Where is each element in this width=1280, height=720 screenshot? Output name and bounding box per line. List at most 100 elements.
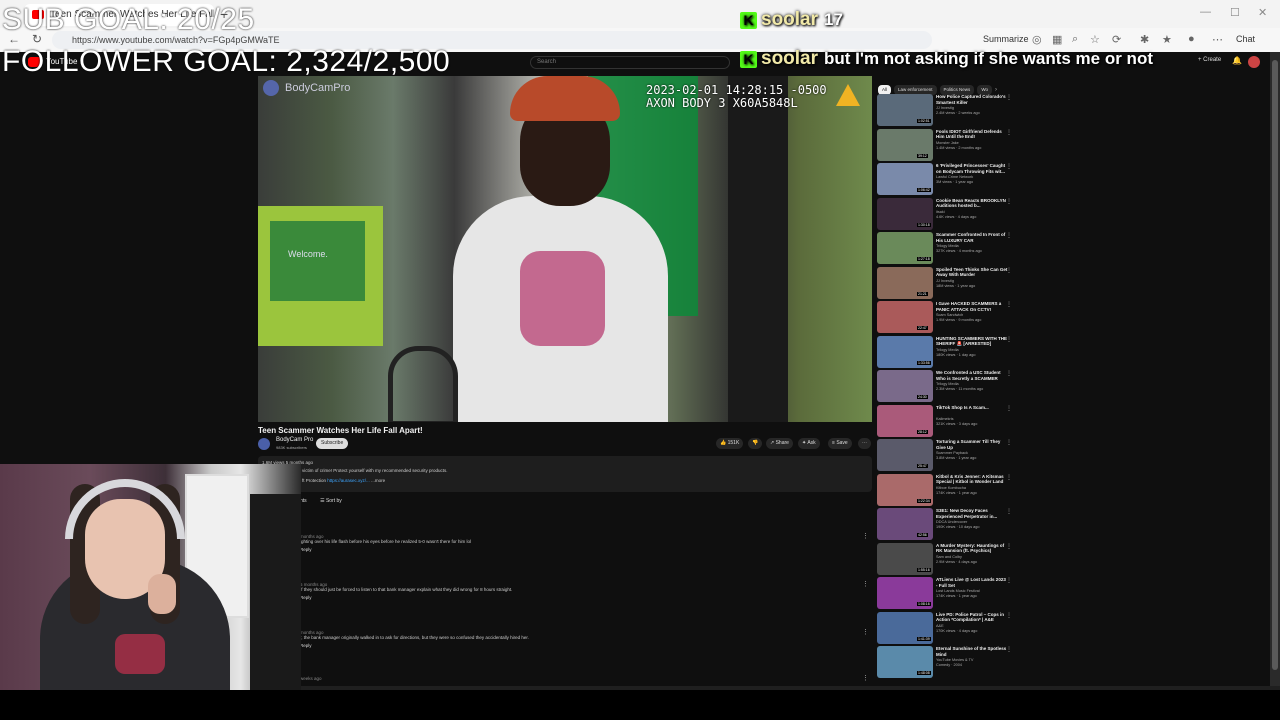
recommendation-title[interactable]: ATLiens Live @ Lost Lands 2023 - Full Se… <box>936 577 1008 588</box>
video-scene-shirt-print <box>520 251 605 346</box>
scrollbar-thumb[interactable] <box>1272 60 1278 670</box>
chips-next-icon[interactable]: › <box>995 87 997 93</box>
recommendation-menu-icon[interactable]: ⋮ <box>1006 198 1012 205</box>
recommendation-title[interactable]: How Police Captured Colorado's Smartest … <box>936 94 1008 105</box>
comment-menu-icon[interactable]: ⋮ <box>862 628 869 636</box>
more-icon[interactable]: ⋯ <box>1212 33 1223 46</box>
maximize-icon[interactable]: ☐ <box>1230 6 1240 19</box>
recommendation-menu-icon[interactable]: ⋮ <box>1006 336 1012 343</box>
recommendation-menu-icon[interactable]: ⋮ <box>1006 646 1012 653</box>
recommendation-menu-icon[interactable]: ⋮ <box>1006 301 1012 308</box>
reply-button[interactable]: Reply <box>300 547 471 552</box>
zoom-icon[interactable]: ⌕ <box>1072 33 1078 46</box>
recommendation-menu-icon[interactable]: ⋮ <box>1006 612 1012 619</box>
recommendation-title[interactable]: Spoiled Teen Thinks She Can Get Away Wit… <box>936 267 1008 278</box>
recommendation-menu-icon[interactable]: ⋮ <box>1006 508 1012 515</box>
close-icon[interactable]: ✕ <box>1258 6 1267 19</box>
recommendation-title[interactable]: We Confronted a USC Student Who is Secre… <box>936 370 1008 381</box>
account-avatar[interactable] <box>1248 56 1260 68</box>
description-link[interactable]: https://aurasec.xyz/... <box>327 478 370 483</box>
refresh-ext-icon[interactable]: ⟳ <box>1112 33 1121 46</box>
recommendation-title[interactable]: Torturing a Scammer Till They Give Up <box>936 439 1008 450</box>
recommendation-title[interactable]: HUNTING SCAMMERS WITH THE SHERIFF 🚨 [ARR… <box>936 336 1008 347</box>
more-actions-icon[interactable]: ⋯ <box>858 438 871 449</box>
recommendation-item[interactable]: 22:47 I Gave HACKED SCAMMERS a PANIC ATTA… <box>877 301 1017 333</box>
recommendation-title[interactable]: Live PD: Police Patrol – Cops in Action … <box>936 612 1008 623</box>
recommendation-item[interactable]: 1:22:34 Kitbol & Kris Jenner: A Kitsmas S… <box>877 473 1017 506</box>
recommendation-item[interactable]: 1:08:16 ATLiens Live @ Lost Lands 2023 - … <box>877 577 1017 609</box>
comment-menu-icon[interactable]: ⋮ <box>862 532 869 540</box>
video-scene-frame <box>728 76 788 422</box>
recommendation-menu-icon[interactable]: ⋮ <box>1006 163 1012 170</box>
recommendation-item[interactable]: 21:21 Spoiled Teen Thinks She Can Get Awa… <box>877 266 1017 299</box>
recommendation-title[interactable]: Kitbol & Kris Jenner: A Kitsmas Special … <box>936 474 1008 485</box>
recommendation-menu-icon[interactable]: ⋮ <box>1006 543 1012 550</box>
recommendation-meta: 3.8M views · 1 year ago <box>936 456 977 460</box>
favorites-bar-icon[interactable]: ★ <box>1162 33 1172 46</box>
recommendation-title[interactable]: TikTok Shop Is A Scam... <box>936 405 1008 411</box>
recommendation-item[interactable]: 1:48:08 Eternal Sunshine of the Spotless … <box>877 646 1017 678</box>
recommendation-item[interactable]: 1:33:56 HUNTING SCAMMERS WITH THE SHERIFF… <box>877 335 1017 368</box>
channel-row: BodyCam Pro 983K subscribers Subscribe 👍… <box>258 436 872 452</box>
recommendation-title[interactable]: Scammer Confronted In Front of His LUXUR… <box>936 232 1008 243</box>
recommendation-duration: 1:30:18 <box>917 222 931 227</box>
recommendation-item[interactable]: 1:27:18 Scammer Confronted In Front of Hi… <box>877 232 1017 264</box>
comment-menu-icon[interactable]: ⋮ <box>862 674 869 682</box>
share-button[interactable]: ↗ Share <box>766 438 793 449</box>
apps-icon[interactable]: ▦ <box>1052 33 1062 46</box>
recommendation-menu-icon[interactable]: ⋮ <box>1006 577 1012 584</box>
recommendation-title[interactable]: I Gave HACKED SCAMMERS a PANIC ATTACK On… <box>936 301 1008 312</box>
recommendation-item[interactable]: 28:12 TikTok Shop Is A Scam... Kallmekris 3… <box>877 404 1017 437</box>
comment-menu-icon[interactable]: ⋮ <box>862 580 869 588</box>
recommendation-item[interactable]: 1:06:42 6 'Privileged Princesses' Caught … <box>877 163 1017 195</box>
description-box[interactable]: 1.6M views 5 months ago victim of crime!… <box>258 456 872 492</box>
recommendation-title[interactable]: 6 'Privileged Princesses' Caught on Body… <box>936 163 1008 174</box>
save-button[interactable]: ≡ Save <box>828 438 852 449</box>
recommendation-menu-icon[interactable]: ⋮ <box>1006 405 1012 412</box>
profile-icon[interactable]: ● <box>1188 33 1195 45</box>
description-more[interactable]: ...more <box>371 478 385 483</box>
recommendation-menu-icon[interactable]: ⋮ <box>1006 439 1012 446</box>
page-scrollbar[interactable] <box>1270 52 1280 686</box>
reply-button[interactable]: Reply <box>300 643 529 648</box>
recommendation-item[interactable]: 39:12 Fools IDIOT Girlfriend Defends Him … <box>877 128 1017 161</box>
recommendation-item[interactable]: 25:47 Torturing a Scammer Till They Give … <box>877 439 1017 471</box>
recommendation-item[interactable]: 1:30:18 Cookie Bean Reacts BROOKLYN Audit… <box>877 197 1017 230</box>
recommendation-title[interactable]: S3E1: New Decoy Faces Experienced Perpet… <box>936 508 1008 519</box>
extensions-icon[interactable]: ✱ <box>1140 33 1149 46</box>
recommendation-menu-icon[interactable]: ⋮ <box>1006 232 1012 239</box>
recommendation-item[interactable]: 1:55:16 A Murder Mystery: Hauntings of RK… <box>877 542 1017 575</box>
recommendation-menu-icon[interactable]: ⋮ <box>1006 267 1012 274</box>
recommendation-title[interactable]: Fools IDIOT Girlfriend Defends Him Until… <box>936 129 1008 140</box>
video-player[interactable]: Welcome. BodyCamPro 2023-02-01 14:28:15 … <box>258 76 872 422</box>
comment-item: months ago r, the bank manager originall… <box>300 630 529 648</box>
summarize-button[interactable]: Summarize <box>983 34 1029 44</box>
favorite-icon[interactable]: ☆ <box>1090 33 1100 46</box>
recommendation-menu-icon[interactable]: ⋮ <box>1006 94 1012 101</box>
like-button[interactable]: 👍 151K <box>716 438 744 449</box>
recommendation-item[interactable]: 42:56 S3E1: New Decoy Faces Experienced P… <box>877 508 1017 540</box>
recommendation-title[interactable]: Eternal Sunshine of the Spotless Mind <box>936 646 1008 657</box>
sort-icon[interactable]: ☰ <box>320 498 324 504</box>
dislike-button[interactable]: 👎 <box>748 438 763 449</box>
channel-name[interactable]: BodyCam Pro <box>276 437 313 443</box>
reply-button[interactable]: Reply <box>300 595 512 600</box>
recommendation-menu-icon[interactable]: ⋮ <box>1006 474 1012 481</box>
youtube-search-input[interactable]: Search <box>530 56 730 69</box>
recommendation-menu-icon[interactable]: ⋮ <box>1006 129 1012 136</box>
ask-button[interactable]: ✦ Ask <box>798 438 820 449</box>
reader-icon[interactable]: ◎ <box>1032 33 1042 46</box>
copilot-chat-button[interactable]: Chat <box>1236 34 1255 44</box>
recommendation-title[interactable]: A Murder Mystery: Hauntings of RK Mansio… <box>936 543 1008 554</box>
minimize-icon[interactable]: — <box>1200 6 1211 18</box>
notifications-icon[interactable]: 🔔 <box>1232 56 1242 65</box>
recommendation-item[interactable]: 1:02:51 How Police Captured Colorado's Sm… <box>877 94 1017 126</box>
create-button[interactable]: + Create <box>1198 57 1221 63</box>
recommendation-title[interactable]: Cookie Bean Reacts BROOKLYN Auditions ho… <box>936 198 1008 209</box>
channel-avatar[interactable] <box>258 438 270 450</box>
sort-by-button[interactable]: Sort by <box>326 498 342 504</box>
recommendation-item[interactable]: 1:41:39 Live PD: Police Patrol – Cops in … <box>877 611 1017 644</box>
recommendation-menu-icon[interactable]: ⋮ <box>1006 370 1012 377</box>
recommendation-item[interactable]: 24:30 We Confronted a USC Student Who is … <box>877 370 1017 402</box>
subscribe-button[interactable]: Subscribe <box>316 438 349 449</box>
